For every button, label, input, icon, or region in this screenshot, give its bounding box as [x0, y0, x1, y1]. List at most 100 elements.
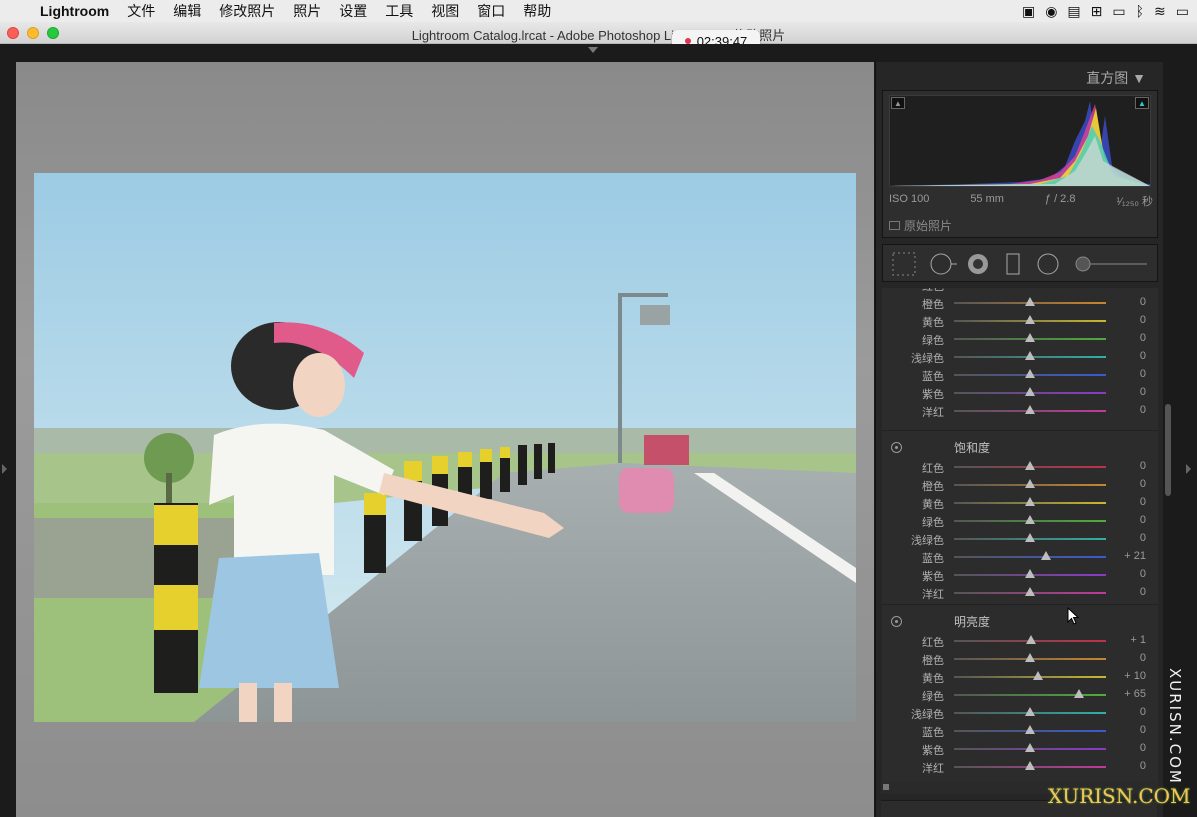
hsl-slider-row[interactable]: 蓝色 0	[882, 366, 1158, 384]
hsl-slider-row[interactable]: 绿色 + 65	[882, 686, 1158, 704]
slider-thumb[interactable]	[1025, 297, 1035, 306]
slider-thumb[interactable]	[1025, 351, 1035, 360]
crop-overlay-icon[interactable]	[892, 252, 916, 276]
hsl-slider-row[interactable]: 洋红 0	[882, 758, 1158, 776]
slider-thumb[interactable]	[1025, 653, 1035, 662]
slider-value[interactable]: + 21	[1124, 550, 1146, 562]
hsl-slider-row[interactable]: 绿色 0	[882, 512, 1158, 530]
camera-icon[interactable]: ▣	[1022, 3, 1035, 20]
slider-thumb[interactable]	[1025, 387, 1035, 396]
slider-value[interactable]: 0	[1140, 288, 1146, 290]
hsl-slider-row[interactable]: 蓝色 0	[882, 722, 1158, 740]
spot-removal-icon[interactable]	[930, 253, 957, 275]
slider-value[interactable]: 0	[1140, 760, 1146, 772]
slider-thumb[interactable]	[1025, 635, 1036, 644]
hsl-slider-row[interactable]: 浅绿色 0	[882, 348, 1158, 366]
menu-item[interactable]: 视图	[431, 1, 459, 21]
slider-thumb[interactable]	[1025, 461, 1035, 470]
slider-thumb[interactable]	[1025, 533, 1035, 542]
hsl-slider-row[interactable]: 橙色 0	[882, 294, 1158, 312]
slider-value[interactable]: 0	[1140, 532, 1146, 544]
slider-thumb[interactable]	[1025, 707, 1035, 716]
toggle-visibility-icon[interactable]	[891, 616, 902, 627]
slider-value[interactable]: 0	[1140, 296, 1146, 308]
menu-item[interactable]: 文件	[127, 1, 155, 21]
slider-thumb[interactable]	[1025, 725, 1035, 734]
slider-value[interactable]: 0	[1140, 386, 1146, 398]
hsl-slider-row[interactable]: 黄色 0	[882, 312, 1158, 330]
menu-item[interactable]: 修改照片	[219, 1, 275, 21]
slider-thumb[interactable]	[1025, 743, 1035, 752]
original-photo-checkbox[interactable]	[889, 221, 900, 230]
graduated-filter-icon[interactable]	[1006, 253, 1020, 275]
original-photo-toggle[interactable]: 原始照片	[889, 217, 952, 234]
hsl-slider-row[interactable]: 绿色 0	[882, 330, 1158, 348]
slider-thumb[interactable]	[1040, 551, 1051, 560]
slider-value[interactable]: 0	[1140, 496, 1146, 508]
display-icon[interactable]: ▤	[1067, 3, 1080, 20]
slider-thumb[interactable]	[1074, 689, 1085, 698]
left-panel-toggle-icon[interactable]	[2, 464, 7, 474]
adjustment-brush-icon[interactable]	[1075, 256, 1147, 272]
hsl-slider-row[interactable]: 紫色 0	[882, 566, 1158, 584]
hsl-slider-row[interactable]: 红色 + 1	[882, 632, 1158, 650]
slider-value[interactable]: 0	[1140, 514, 1146, 526]
window-icon[interactable]: ▭	[1112, 3, 1125, 20]
shadow-clipping-icon[interactable]: ▲	[891, 97, 905, 109]
slider-value[interactable]: 0	[1140, 568, 1146, 580]
red-eye-icon[interactable]	[968, 254, 988, 274]
slider-value[interactable]: 0	[1140, 460, 1146, 472]
menu-item[interactable]: 窗口	[477, 1, 505, 21]
slider-thumb[interactable]	[1025, 587, 1035, 596]
app-menu[interactable]: Lightroom	[40, 3, 109, 19]
menu-item[interactable]: 照片	[293, 1, 321, 21]
right-panel-toggle-icon[interactable]	[1186, 464, 1191, 474]
histogram-header[interactable]: 直方图 ▼	[876, 62, 1164, 90]
slider-value[interactable]: 0	[1140, 706, 1146, 718]
slider-thumb[interactable]	[1025, 479, 1035, 488]
bluetooth-icon[interactable]: ᛒ	[1136, 3, 1144, 19]
slider-value[interactable]: 0	[1140, 742, 1146, 754]
toggle-visibility-icon[interactable]	[891, 442, 902, 453]
hsl-slider-row[interactable]: 浅绿色 0	[882, 704, 1158, 722]
grid-icon[interactable]: ⊞	[1091, 3, 1103, 20]
slider-track[interactable]	[954, 556, 1106, 558]
slider-thumb[interactable]	[1032, 671, 1043, 680]
hsl-slider-row[interactable]: 黄色 0	[882, 494, 1158, 512]
slider-thumb[interactable]	[1025, 761, 1035, 770]
menu-item[interactable]: 帮助	[523, 1, 551, 21]
menu-item[interactable]: 编辑	[173, 1, 201, 21]
top-panel-toggle-icon[interactable]	[588, 47, 598, 53]
slider-thumb[interactable]	[1025, 569, 1035, 578]
slider-thumb[interactable]	[1025, 405, 1035, 414]
slider-thumb[interactable]	[1025, 497, 1035, 506]
battery-icon[interactable]: ▭	[1176, 3, 1189, 20]
slider-value[interactable]: 0	[1140, 314, 1146, 326]
slider-value[interactable]: 0	[1140, 404, 1146, 416]
hsl-slider-row[interactable]: 浅绿色 0	[882, 530, 1158, 548]
hsl-slider-row[interactable]: 蓝色 + 21	[882, 548, 1158, 566]
slider-thumb[interactable]	[1025, 369, 1035, 378]
slider-track[interactable]	[954, 676, 1106, 678]
hsl-slider-row[interactable]: 红色 0	[882, 458, 1158, 476]
slider-thumb[interactable]	[1025, 333, 1035, 342]
hsl-slider-row[interactable]: 橙色 0	[882, 650, 1158, 668]
wifi-icon[interactable]: ≋	[1154, 3, 1166, 20]
collapse-triangle-icon[interactable]: ▼	[1132, 70, 1146, 86]
hsl-slider-row[interactable]: 洋红 0	[882, 584, 1158, 602]
panel-scrollbar[interactable]	[1165, 404, 1171, 496]
histogram-title[interactable]: 直方图 ▼	[1086, 68, 1146, 88]
menu-item[interactable]: 工具	[385, 1, 413, 21]
slider-value[interactable]: 0	[1140, 586, 1146, 598]
slider-value[interactable]: + 10	[1124, 670, 1146, 682]
slider-value[interactable]: 0	[1140, 724, 1146, 736]
panel-switch-icon[interactable]	[883, 784, 889, 790]
photo[interactable]	[34, 173, 856, 722]
photo-canvas[interactable]	[16, 62, 874, 817]
slider-value[interactable]: 0	[1140, 332, 1146, 344]
highlight-clipping-icon[interactable]: ▲	[1135, 97, 1149, 109]
histogram[interactable]: ▲ ▲ ISO 100 55 mm ƒ / 2.8 ¹⁄₁₂₅₀ 秒 原始照片	[882, 90, 1158, 238]
radial-filter-icon[interactable]	[1037, 253, 1059, 275]
menu-item[interactable]: 设置	[339, 1, 367, 21]
slider-value[interactable]: + 65	[1124, 688, 1146, 700]
